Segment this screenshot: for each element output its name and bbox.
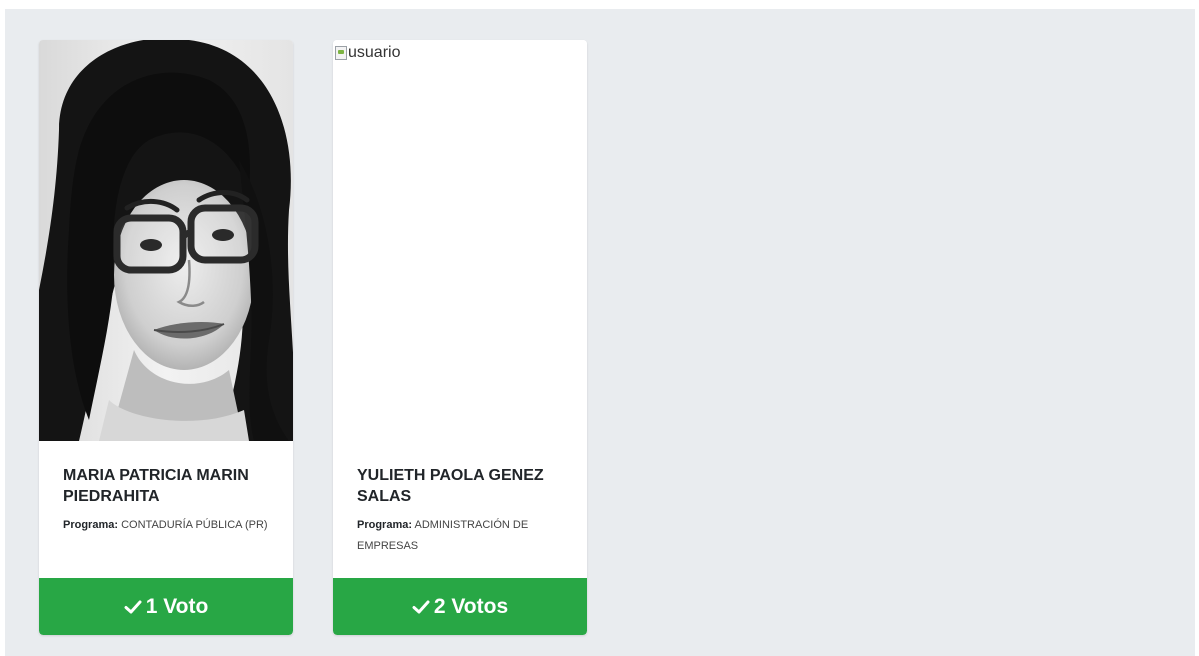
check-icon	[412, 600, 430, 613]
image-alt-text: usuario	[348, 44, 401, 61]
vote-count-label: 1 Voto	[145, 594, 209, 618]
candidate-card: usuario YULIETH PAOLA GENEZ SALAS Progra…	[333, 40, 587, 635]
program-label: Programa:	[63, 519, 119, 531]
candidate-card: MARIA PATRICIA MARIN PIEDRAHITA Programa…	[39, 40, 293, 635]
candidate-name: MARIA PATRICIA MARIN PIEDRAHITA	[63, 467, 249, 505]
vote-button[interactable]: 1 Voto	[39, 578, 293, 635]
candidate-name: YULIETH PAOLA GENEZ SALAS	[357, 467, 544, 505]
check-icon	[124, 600, 142, 613]
candidate-photo-image	[39, 40, 293, 441]
candidate-photo	[39, 40, 293, 441]
vote-button[interactable]: 2 Votos	[333, 578, 587, 635]
candidate-photo: usuario	[333, 40, 587, 441]
candidate-program: Programa: CONTADURÍA PÚBLICA (PR)	[63, 515, 273, 536]
candidate-program: Programa: ADMINISTRACIÓN DE EMPRESAS	[357, 515, 567, 557]
program-value: CONTADURÍA PÚBLICA (PR)	[121, 519, 268, 531]
broken-image-icon	[335, 46, 347, 60]
vote-count-label: 2 Votos	[433, 594, 509, 618]
program-label: Programa:	[357, 519, 413, 531]
broken-image: usuario	[335, 44, 400, 62]
candidates-panel: MARIA PATRICIA MARIN PIEDRAHITA Programa…	[5, 9, 1195, 656]
